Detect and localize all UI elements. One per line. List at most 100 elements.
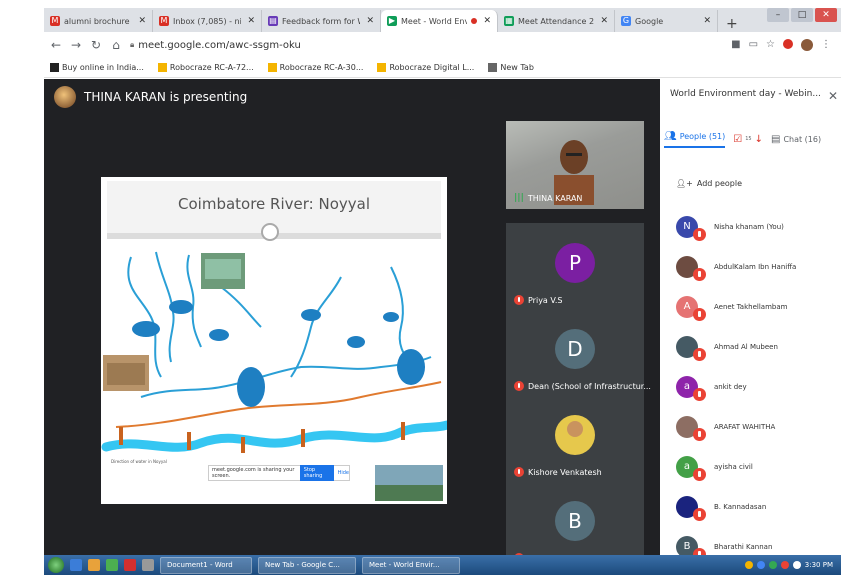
participant-name: B. Kannadasan bbox=[714, 503, 767, 511]
close-tab-icon[interactable]: ✕ bbox=[600, 16, 608, 26]
new-tab-button[interactable]: + bbox=[718, 16, 746, 32]
participant-tile[interactable]: P Priya V.S bbox=[506, 223, 644, 311]
reload-icon[interactable]: ↻ bbox=[90, 38, 102, 52]
browser-tab[interactable]: G Google ✕ bbox=[615, 10, 718, 32]
speaking-indicator-icon: ||| bbox=[514, 193, 524, 203]
menu-icon[interactable]: ⋮ bbox=[821, 39, 831, 51]
participant-row[interactable]: AbdulKalam Ibn Haniffa bbox=[676, 247, 841, 287]
participant-tile[interactable]: D Dean (School of Infrastructur... bbox=[506, 309, 651, 397]
bookmark-item[interactable]: Robocraze RC-A-30... bbox=[267, 63, 363, 72]
presenter-avatar bbox=[54, 86, 76, 108]
close-tab-icon[interactable]: ✕ bbox=[366, 16, 374, 26]
close-tab-icon[interactable]: ✕ bbox=[247, 16, 255, 26]
home-icon[interactable]: ⌂ bbox=[110, 38, 122, 52]
participant-name-text: Priya V.S bbox=[528, 295, 563, 305]
participant-name-text: THINA KARAN bbox=[527, 193, 583, 203]
add-people-label: Add people bbox=[696, 179, 743, 188]
participant-avatar: a bbox=[676, 456, 706, 481]
close-tab-icon[interactable]: ✕ bbox=[138, 16, 146, 26]
tab-label: Inbox (7,085) - nishakh bbox=[173, 16, 241, 26]
star-icon[interactable]: ☆ bbox=[766, 39, 775, 51]
tab-raised-hands[interactable]: ☑ 15 ↓ bbox=[733, 134, 763, 145]
participant-row[interactable]: B. Kannadasan bbox=[676, 487, 841, 527]
browser-tab[interactable]: ▦ Meet Attendance 2020 ✕ bbox=[498, 10, 615, 32]
close-window-button[interactable]: ✕ bbox=[815, 8, 837, 22]
maximize-button[interactable]: □ bbox=[791, 8, 813, 22]
tray-icon[interactable] bbox=[768, 561, 777, 569]
participant-row[interactable]: a ayisha civil bbox=[676, 447, 841, 487]
muted-mic-icon bbox=[693, 388, 706, 401]
close-tab-icon[interactable]: ✕ bbox=[483, 16, 491, 26]
tab-people[interactable]: 👥︎ People (51) bbox=[664, 131, 726, 148]
participant-initial: A bbox=[683, 301, 691, 312]
tray-icon[interactable] bbox=[744, 561, 753, 569]
folder-icon[interactable] bbox=[88, 559, 100, 571]
forward-icon[interactable]: → bbox=[70, 38, 82, 52]
start-button[interactable] bbox=[48, 557, 64, 573]
taskbar-window-button[interactable]: New Tab - Google C... bbox=[258, 556, 356, 574]
hide-button[interactable]: Hide bbox=[338, 470, 349, 476]
taskbar-window-button[interactable]: Meet - World Envir... bbox=[362, 556, 460, 574]
browser-tab[interactable]: ▶ Meet - World Envi ✕ bbox=[381, 10, 498, 32]
checkbox-icon: ☑ bbox=[733, 133, 743, 145]
minimize-button[interactable]: – bbox=[767, 8, 789, 22]
close-tab-icon[interactable]: ✕ bbox=[703, 16, 711, 26]
participant-name: Ahmad Al Mubeen bbox=[714, 343, 778, 351]
participant-list: N Nisha khanam (You) AbdulKalam Ibn Haniff… bbox=[676, 207, 841, 567]
back-icon[interactable]: ← bbox=[50, 38, 62, 52]
browser-tab[interactable]: Malumni brochure - nisha ✕ bbox=[44, 10, 153, 32]
participant-tile[interactable]: Kishore Venkatesh bbox=[506, 395, 644, 483]
taskbar-window-button[interactable]: Document1 - Word bbox=[160, 556, 252, 574]
bookmark-item[interactable]: Buy online in India... bbox=[50, 63, 144, 72]
participant-name: ankit dey bbox=[714, 383, 747, 391]
close-panel-icon[interactable]: ✕ bbox=[828, 89, 838, 103]
screen-share-notice: meet.google.com is sharing your screen. … bbox=[208, 465, 350, 481]
profile-avatar[interactable] bbox=[801, 39, 813, 51]
bookmark-item[interactable]: Robocraze Digital L... bbox=[377, 63, 474, 72]
tray-icon[interactable] bbox=[792, 561, 801, 569]
gmail-icon: M bbox=[50, 16, 60, 26]
participant-row[interactable]: N Nisha khanam (You) bbox=[676, 207, 841, 247]
muted-mic-icon bbox=[514, 381, 524, 391]
bookmark-icon bbox=[157, 63, 167, 72]
bookmark-item[interactable]: New Tab bbox=[488, 63, 534, 72]
bookmark-label: Robocraze Digital L... bbox=[389, 63, 475, 72]
bookmark-item[interactable]: Robocraze RC-A-72... bbox=[157, 63, 254, 72]
muted-mic-icon bbox=[693, 508, 706, 521]
extension-icon[interactable] bbox=[783, 39, 793, 49]
tray-icon[interactable] bbox=[756, 561, 765, 569]
address-bar[interactable]: 🔒︎ meet.google.com/awc-ssgm-oku bbox=[130, 40, 723, 51]
cast-icon[interactable]: ▭ bbox=[749, 39, 758, 51]
muted-mic-icon bbox=[514, 467, 524, 477]
chat-icon: ▤ bbox=[770, 133, 781, 145]
paint-icon[interactable] bbox=[142, 559, 154, 571]
participant-row[interactable]: a ankit dey bbox=[676, 367, 841, 407]
participant-avatar bbox=[676, 336, 706, 361]
participant-row[interactable]: A Aenet Takhellambam bbox=[676, 287, 841, 327]
shared-slide: Coimbatore River: Noyyal Direction of wa… bbox=[101, 177, 447, 504]
screen: Malumni brochure - nisha ✕ M Inbox (7,085) … bbox=[0, 0, 841, 575]
participant-row[interactable]: Ahmad Al Mubeen bbox=[676, 327, 841, 367]
meet-icon: ▶ bbox=[387, 16, 397, 26]
participant-tile[interactable]: ||| THINA KARAN bbox=[506, 121, 644, 209]
camera-icon[interactable]: ■ bbox=[731, 39, 740, 51]
tab-chat[interactable]: ▤ Chat (16) bbox=[771, 134, 821, 145]
browser-tab[interactable]: M Inbox (7,085) - nishakh ✕ bbox=[153, 10, 262, 32]
bookmarks-bar: Buy online in India... Robocraze RC-A-72.… bbox=[44, 58, 841, 78]
ie-icon[interactable] bbox=[70, 559, 82, 571]
sheets-icon: ▦ bbox=[504, 16, 514, 26]
tab-label: Google bbox=[635, 16, 664, 26]
stop-sharing-button[interactable]: Stop sharing bbox=[299, 465, 334, 481]
chrome-icon[interactable] bbox=[106, 559, 118, 571]
muted-mic-icon bbox=[693, 348, 706, 361]
add-people-button[interactable]: 👤︎+ Add people bbox=[676, 179, 742, 188]
tray-icon[interactable] bbox=[780, 561, 789, 569]
add-person-icon: 👤︎+ bbox=[676, 179, 693, 188]
bookmark-icon bbox=[50, 63, 59, 72]
system-tray: 3:30 PM bbox=[744, 561, 833, 569]
participant-name: ARAFAT WAHITHA bbox=[714, 423, 776, 431]
tab-chat-label: Chat (16) bbox=[783, 134, 822, 144]
participant-row[interactable]: ARAFAT WAHITHA bbox=[676, 407, 841, 447]
media-icon[interactable] bbox=[124, 559, 136, 571]
browser-tab[interactable]: ▤ Feedback form for Worl ✕ bbox=[262, 10, 381, 32]
